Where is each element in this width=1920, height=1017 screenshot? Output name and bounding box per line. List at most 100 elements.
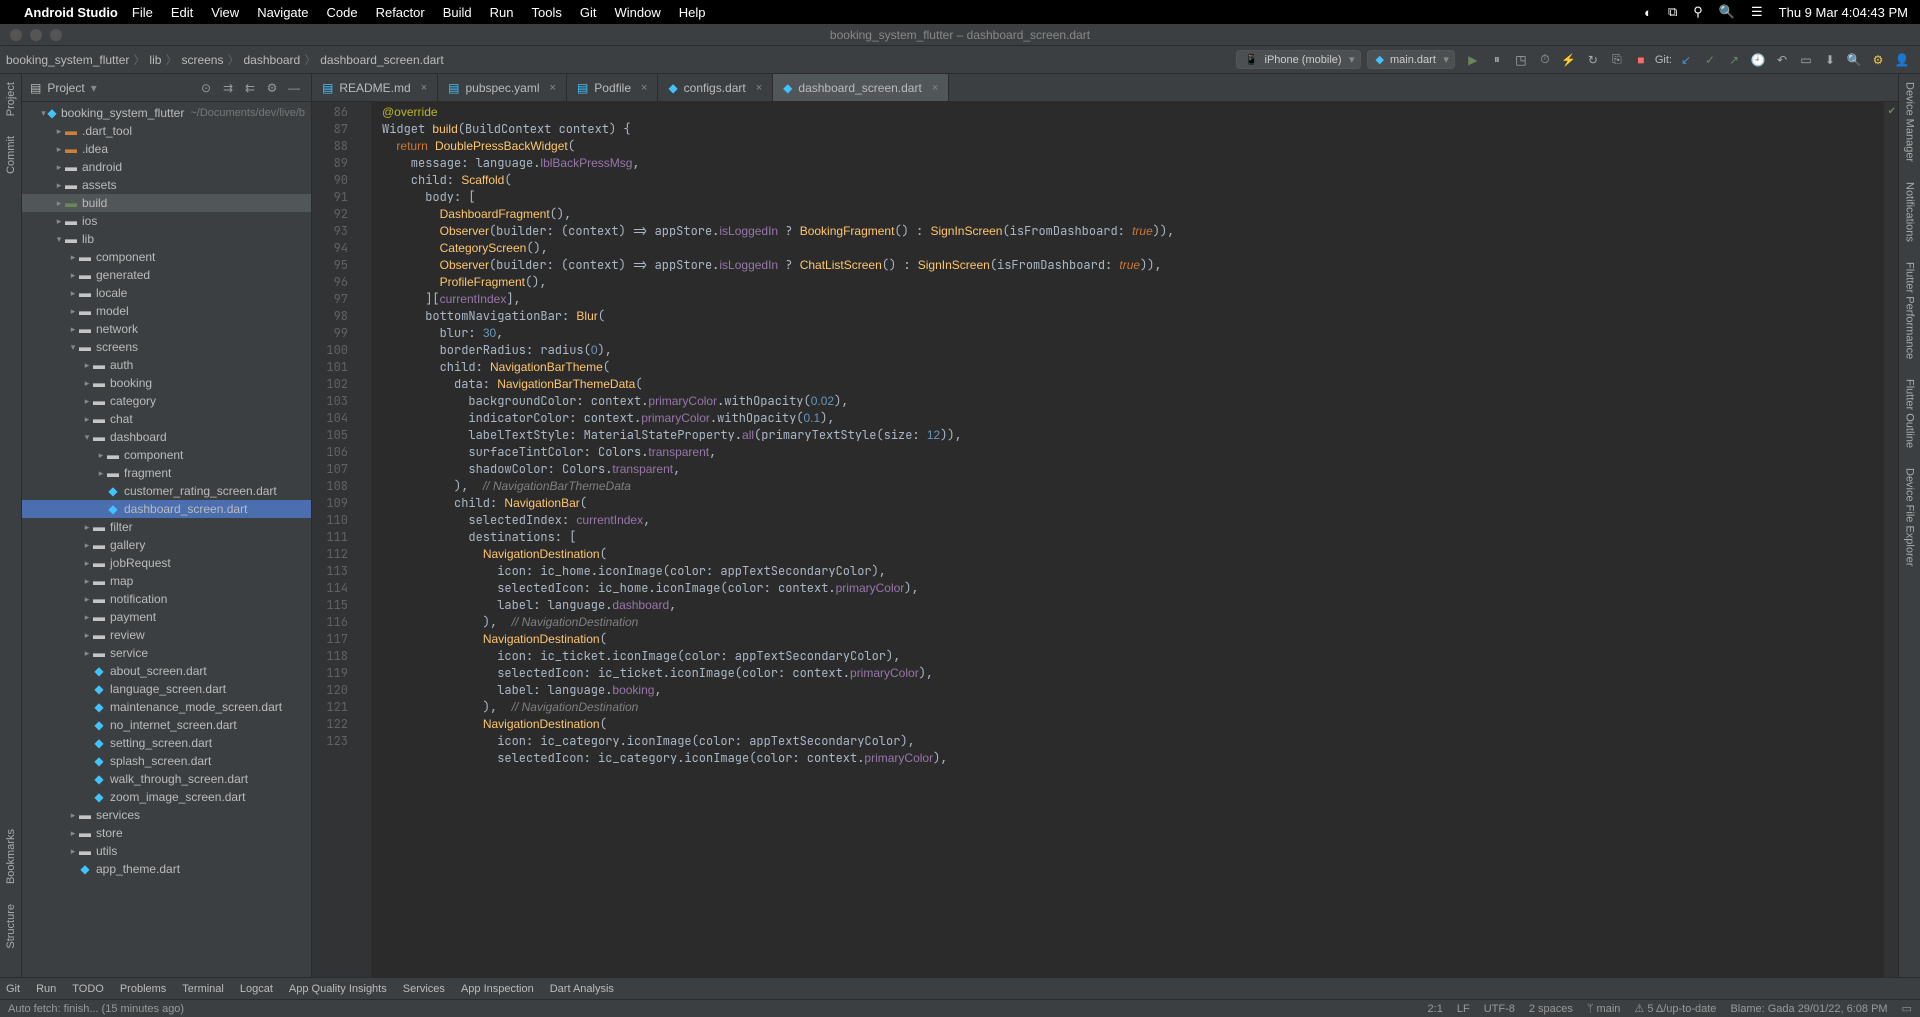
project-tree[interactable]: ▾◆booking_system_flutter~/Documents/dev/… (22, 102, 311, 977)
menu-navigate[interactable]: Navigate (257, 5, 308, 20)
tree-item[interactable]: ▸▬model (22, 302, 311, 320)
search-everywhere-button[interactable]: 🔍 (1844, 50, 1864, 70)
menu-code[interactable]: Code (327, 5, 358, 20)
notifications-tab[interactable]: Notifications (1904, 182, 1916, 242)
close-tab-icon[interactable]: × (932, 82, 938, 94)
tree-item[interactable]: ▸▬.idea (22, 140, 311, 158)
tree-item[interactable]: ▸▬auth (22, 356, 311, 374)
tree-item[interactable]: ▸▬review (22, 626, 311, 644)
attach-button[interactable]: ⎘ (1607, 50, 1627, 70)
screen-mirror-icon[interactable]: ⧉ (1668, 4, 1677, 20)
device-selector[interactable]: 📱iPhone (mobile) (1236, 50, 1361, 69)
tree-item[interactable]: ▸▬gallery (22, 536, 311, 554)
tree-item[interactable]: ◆maintenance_mode_screen.dart (22, 698, 311, 716)
minimize-window-button[interactable] (30, 29, 42, 41)
git-push-button[interactable]: ↗ (1724, 50, 1744, 70)
close-tab-icon[interactable]: × (550, 82, 556, 94)
indent-setting[interactable]: 2 spaces (1529, 1003, 1573, 1015)
git-blame[interactable]: Blame: Gada 29/01/22, 6:08 PM (1730, 1003, 1887, 1015)
git-update-button[interactable]: ↙ (1676, 50, 1696, 70)
close-tab-icon[interactable]: × (421, 82, 427, 94)
history-button[interactable]: 🕘 (1748, 50, 1768, 70)
editor-tab[interactable]: ◆dashboard_screen.dart× (773, 74, 949, 101)
tree-item[interactable]: ▸▬payment (22, 608, 311, 626)
bottom-tab-git[interactable]: Git (6, 983, 20, 995)
expand-all-icon[interactable]: ⇉ (219, 79, 237, 97)
tree-item[interactable]: ▸▬fragment (22, 464, 311, 482)
bottom-tool-bar[interactable]: GitRunTODOProblemsTerminalLogcatApp Qual… (0, 977, 1920, 999)
tree-item[interactable]: ▸▬component (22, 248, 311, 266)
bottom-tab-terminal[interactable]: Terminal (182, 983, 224, 995)
bookmarks-tool-tab[interactable]: Bookmarks (5, 829, 17, 884)
tree-item[interactable]: ▾▬lib (22, 230, 311, 248)
tree-item[interactable]: ◆customer_rating_screen.dart (22, 482, 311, 500)
menu-view[interactable]: View (211, 5, 239, 20)
project-view-selector[interactable]: ▤Project▾ (30, 81, 97, 95)
editor-tab[interactable]: ▤README.md× (312, 74, 438, 101)
device-file-explorer-tab[interactable]: Device File Explorer (1904, 468, 1916, 566)
zoom-window-button[interactable] (50, 29, 62, 41)
wifi-icon[interactable]: ⚲ (1693, 4, 1703, 20)
menu-build[interactable]: Build (443, 5, 472, 20)
commit-tool-tab[interactable]: Commit (5, 136, 17, 174)
tree-item[interactable]: ◆dashboard_screen.dart (22, 500, 311, 518)
menu-run[interactable]: Run (490, 5, 514, 20)
tree-item[interactable]: ◆setting_screen.dart (22, 734, 311, 752)
profile-button[interactable]: ⏱ (1535, 50, 1555, 70)
breadcrumb[interactable]: booking_system_flutter〉lib〉screens〉dashb… (6, 51, 444, 68)
structure-tool-tab[interactable]: Structure (5, 904, 17, 949)
bottom-tab-todo[interactable]: TODO (72, 983, 104, 995)
menu-window[interactable]: Window (614, 5, 660, 20)
git-commit-button[interactable]: ✓ (1700, 50, 1720, 70)
select-opened-file-icon[interactable]: ⊙ (197, 79, 215, 97)
tree-item[interactable]: ▸▬jobRequest (22, 554, 311, 572)
editor-tab[interactable]: ▤pubspec.yaml× (438, 74, 567, 101)
menubar-clock[interactable]: Thu 9 Mar 4:04:43 PM (1779, 5, 1908, 20)
tree-item[interactable]: ▸▬chat (22, 410, 311, 428)
editor-tabs[interactable]: ▤README.md×▤pubspec.yaml×▤Podfile×◆confi… (312, 74, 1898, 102)
tree-item[interactable]: ▸▬services (22, 806, 311, 824)
tree-item[interactable]: ◆about_screen.dart (22, 662, 311, 680)
attach-debugger-button[interactable]: ⏸ (1487, 50, 1507, 70)
project-tool-tab[interactable]: Project (5, 82, 17, 116)
tree-item[interactable]: ▾▬dashboard (22, 428, 311, 446)
close-window-button[interactable] (10, 29, 22, 41)
tree-item[interactable]: ▸▬component (22, 446, 311, 464)
collapse-all-icon[interactable]: ⇇ (241, 79, 259, 97)
coverage-button[interactable]: ◳ (1511, 50, 1531, 70)
sdk-button[interactable]: ⬇ (1820, 50, 1840, 70)
crumb-0[interactable]: booking_system_flutter (6, 53, 129, 67)
hot-restart-button[interactable]: ↻ (1583, 50, 1603, 70)
close-tab-icon[interactable]: × (756, 82, 762, 94)
fold-gutter[interactable] (358, 102, 372, 977)
menu-refactor[interactable]: Refactor (376, 5, 425, 20)
crumb-2[interactable]: screens (181, 53, 223, 67)
account-icon[interactable]: 👤 (1892, 50, 1912, 70)
settings-button[interactable]: ⚙ (1868, 50, 1888, 70)
flutter-outline-tab[interactable]: Flutter Outline (1904, 379, 1916, 448)
bottom-tab-run[interactable]: Run (36, 983, 56, 995)
tree-item[interactable]: ◆language_screen.dart (22, 680, 311, 698)
flutter-performance-tab[interactable]: Flutter Performance (1904, 262, 1916, 359)
avd-button[interactable]: ▭ (1796, 50, 1816, 70)
hide-panel-icon[interactable]: — (285, 79, 303, 97)
crumb-3[interactable]: dashboard (244, 53, 301, 67)
run-config-selector[interactable]: ◆main.dart (1367, 50, 1455, 69)
memory-indicator[interactable]: ▭ (1902, 1002, 1912, 1015)
bottom-tab-dart-analysis[interactable]: Dart Analysis (550, 983, 614, 995)
editor-tab[interactable]: ▤Podfile× (567, 74, 658, 101)
bottom-tab-problems[interactable]: Problems (120, 983, 166, 995)
editor-tab[interactable]: ◆configs.dart× (658, 74, 773, 101)
tree-item[interactable]: ◆app_theme.dart (22, 860, 311, 878)
device-manager-tab[interactable]: Device Manager (1904, 82, 1916, 162)
tree-item[interactable]: ▸▬store (22, 824, 311, 842)
menu-git[interactable]: Git (580, 5, 597, 20)
revert-button[interactable]: ↶ (1772, 50, 1792, 70)
menu-edit[interactable]: Edit (171, 5, 193, 20)
bottom-tab-app-quality-insights[interactable]: App Quality Insights (289, 983, 387, 995)
tree-item[interactable]: ▾◆booking_system_flutter~/Documents/dev/… (22, 104, 311, 122)
tree-item[interactable]: ◆splash_screen.dart (22, 752, 311, 770)
tree-item[interactable]: ▸▬category (22, 392, 311, 410)
panel-settings-icon[interactable]: ⚙ (263, 79, 281, 97)
tree-item[interactable]: ▾▬screens (22, 338, 311, 356)
